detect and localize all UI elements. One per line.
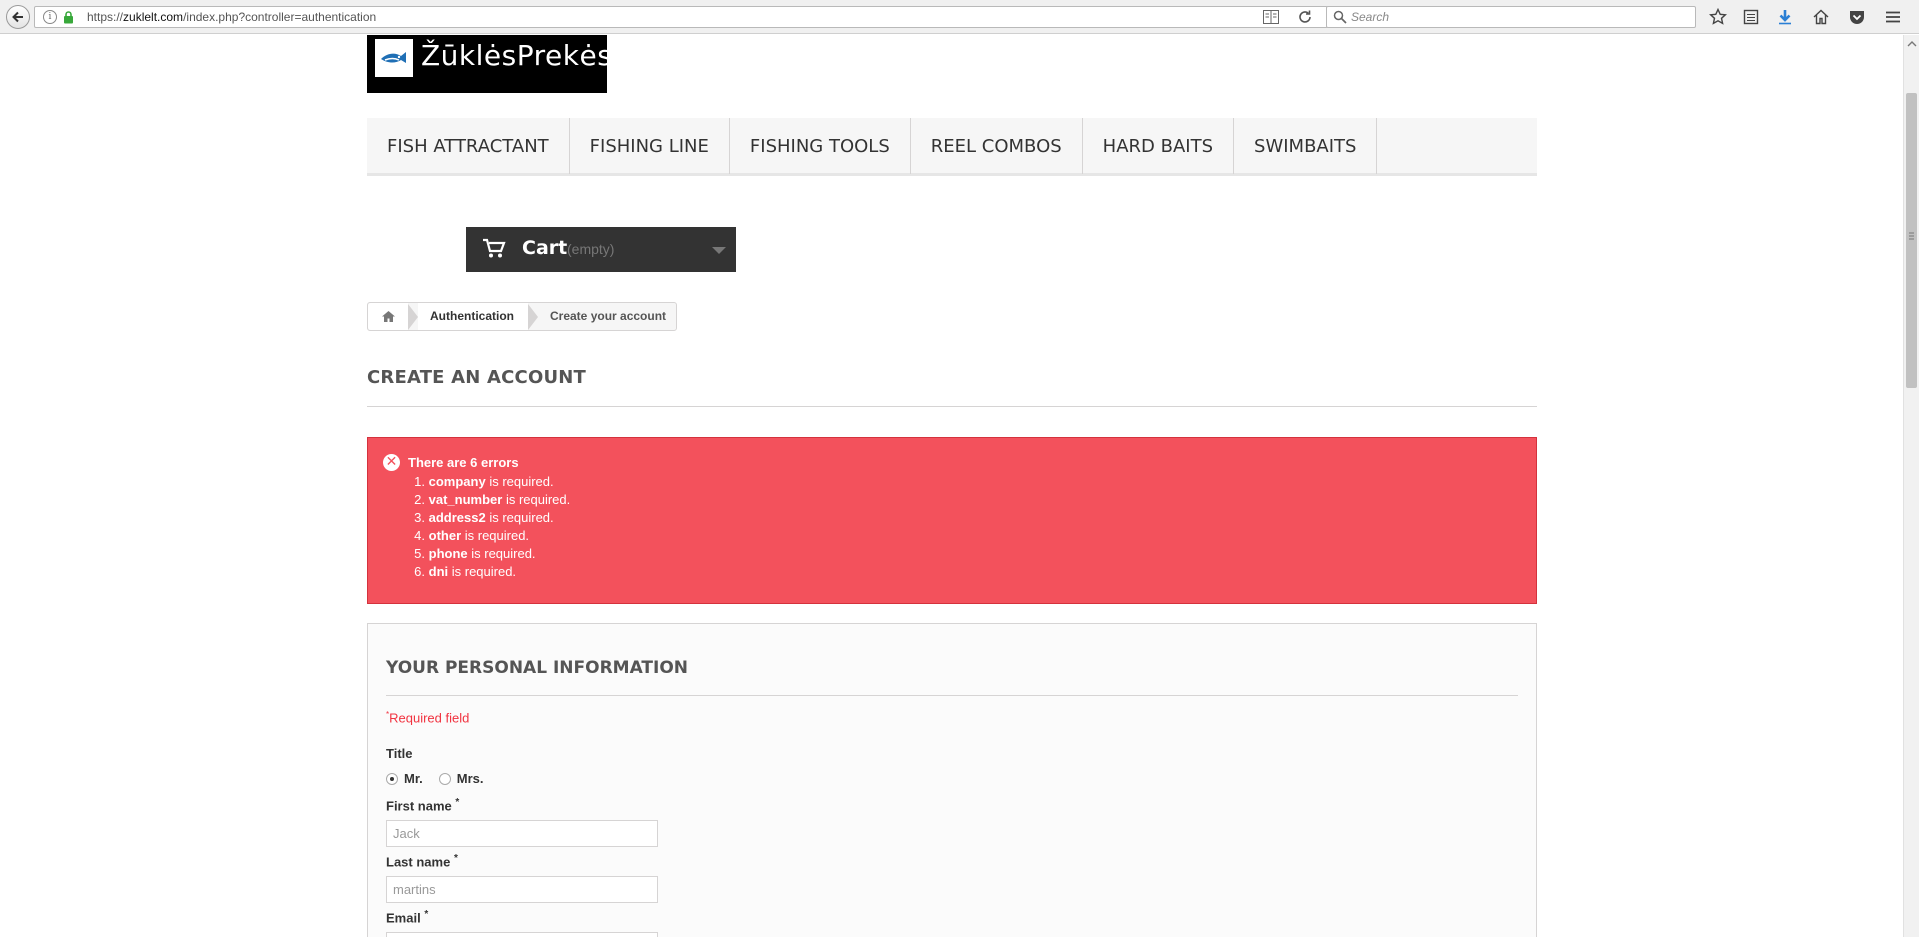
breadcrumb-separator	[408, 303, 418, 330]
error-item: 2. vat_number is required.	[408, 491, 570, 509]
menu-item-fishing-tools[interactable]: FISHING TOOLS	[730, 118, 911, 174]
first-name-label: First name *	[386, 797, 459, 813]
lock-icon	[64, 11, 73, 24]
email-field[interactable]	[386, 932, 658, 937]
required-mark: *	[453, 853, 458, 864]
error-field: address2	[428, 510, 486, 525]
bookmark-star-icon[interactable]	[1709, 8, 1727, 26]
top-menu: FISH ATTRACTANT FISHING LINE FISHING TOO…	[367, 118, 1537, 176]
scroll-up-icon[interactable]	[1904, 39, 1919, 49]
url-bar[interactable]: i https://zuklelt.com/index.php?controll…	[34, 6, 1328, 28]
search-icon	[1333, 10, 1347, 24]
first-name-field[interactable]	[386, 820, 658, 847]
bookmarks-menu-icon[interactable]	[1742, 8, 1760, 26]
logo-text: ŽūklėsPrekės	[421, 39, 607, 72]
back-arrow-icon	[12, 11, 23, 23]
email-label-text: Email	[386, 910, 421, 926]
menu-item-reel-combos[interactable]: REEL COMBOS	[911, 118, 1083, 174]
email-label: Email *	[386, 909, 428, 925]
required-mark: *	[455, 797, 460, 808]
browser-toolbar: i https://zuklelt.com/index.php?controll…	[0, 0, 1919, 34]
error-number: 6.	[414, 564, 425, 579]
error-item: 6. dni is required.	[408, 563, 570, 581]
error-field: phone	[428, 546, 468, 561]
error-item: 3. address2 is required.	[408, 509, 570, 527]
page-title: CREATE AN ACCOUNT	[367, 367, 1537, 407]
error-message: is required.	[467, 546, 536, 561]
last-name-label-text: Last name	[386, 854, 451, 870]
error-item: 5. phone is required.	[408, 545, 570, 563]
page-scrollbar[interactable]	[1903, 35, 1919, 937]
cart-label: Cart	[522, 237, 568, 259]
required-field-note: *Required field	[386, 710, 469, 725]
reload-icon[interactable]	[1297, 9, 1313, 25]
site-logo[interactable]: ŽūklėsPrekės	[367, 35, 607, 93]
cart-button[interactable]: Cart (empty)	[466, 227, 736, 272]
menu-item-hard-baits[interactable]: HARD BAITS	[1083, 118, 1235, 174]
error-item: 4. other is required.	[408, 527, 570, 545]
menu-item-fishing-line[interactable]: FISHING LINE	[570, 118, 730, 174]
url-text[interactable]: https://zuklelt.com/index.php?controller…	[87, 10, 376, 24]
search-bar[interactable]: Search	[1326, 6, 1696, 28]
error-list: 1. company is required. 2. vat_number is…	[408, 473, 570, 581]
error-number: 5.	[414, 546, 425, 561]
breadcrumb: Authentication Create your account	[367, 302, 678, 331]
title-mrs-label[interactable]: Mrs.	[457, 771, 484, 786]
last-name-label: Last name *	[386, 853, 458, 869]
error-alert: ✕ There are 6 errors 1. company is requi…	[367, 437, 1537, 604]
error-number: 4.	[414, 528, 425, 543]
error-message: is required.	[502, 492, 571, 507]
title-radio-group: Mr. Mrs.	[386, 771, 484, 786]
url-path: /index.php?controller=authentication	[183, 10, 377, 24]
title-mr-radio[interactable]	[386, 772, 398, 785]
error-field: vat_number	[428, 492, 503, 507]
url-prefix: https://	[87, 10, 124, 24]
home-icon[interactable]	[1812, 8, 1830, 26]
reader-view-icon[interactable]	[1263, 10, 1279, 24]
chevron-down-icon	[712, 247, 726, 254]
error-number: 3.	[414, 510, 425, 525]
required-mark: *	[424, 909, 429, 920]
title-label: Title	[386, 746, 413, 761]
error-icon: ✕	[383, 454, 400, 471]
menu-item-fish-attractant[interactable]: FISH ATTRACTANT	[367, 118, 570, 174]
breadcrumb-authentication[interactable]: Authentication	[418, 303, 528, 330]
required-note-text: Required field	[389, 710, 470, 726]
back-button[interactable]	[6, 5, 30, 29]
error-number: 1.	[414, 474, 425, 489]
alert-title: There are 6 errors	[408, 455, 519, 470]
error-field: company	[428, 474, 486, 489]
menu-icon[interactable]	[1884, 8, 1902, 26]
menu-item-swimbaits[interactable]: SWIMBAITS	[1234, 118, 1378, 174]
search-placeholder: Search	[1351, 10, 1390, 24]
error-field: other	[428, 528, 462, 543]
url-host: zuklelt.com	[123, 10, 184, 24]
personal-info-form: YOUR PERSONAL INFORMATION *Required fiel…	[367, 623, 1537, 937]
breadcrumb-home[interactable]	[368, 303, 408, 330]
error-number: 2.	[414, 492, 425, 507]
last-name-field[interactable]	[386, 876, 658, 903]
error-message: is required.	[485, 510, 554, 525]
fish-logo-icon	[375, 39, 413, 77]
error-field: dni	[428, 564, 449, 579]
breadcrumb-current: Create your account	[550, 309, 667, 323]
pocket-icon[interactable]	[1848, 8, 1866, 26]
home-icon	[381, 311, 395, 322]
downloads-icon[interactable]	[1776, 8, 1794, 26]
shopping-cart-icon	[483, 238, 506, 258]
breadcrumb-separator	[528, 303, 538, 330]
scroll-grip-icon	[1909, 232, 1914, 240]
title-mr-label[interactable]: Mr.	[404, 771, 423, 786]
first-name-label-text: First name	[386, 798, 452, 814]
error-message: is required.	[448, 564, 517, 579]
site-info-icon[interactable]: i	[43, 10, 57, 24]
error-message: is required.	[485, 474, 554, 489]
scroll-thumb[interactable]	[1906, 93, 1917, 388]
cart-status: (empty)	[567, 241, 615, 257]
error-message: is required.	[461, 528, 530, 543]
title-mrs-radio[interactable]	[438, 772, 451, 785]
form-heading: YOUR PERSONAL INFORMATION	[386, 658, 1518, 696]
error-item: 1. company is required.	[408, 473, 570, 491]
